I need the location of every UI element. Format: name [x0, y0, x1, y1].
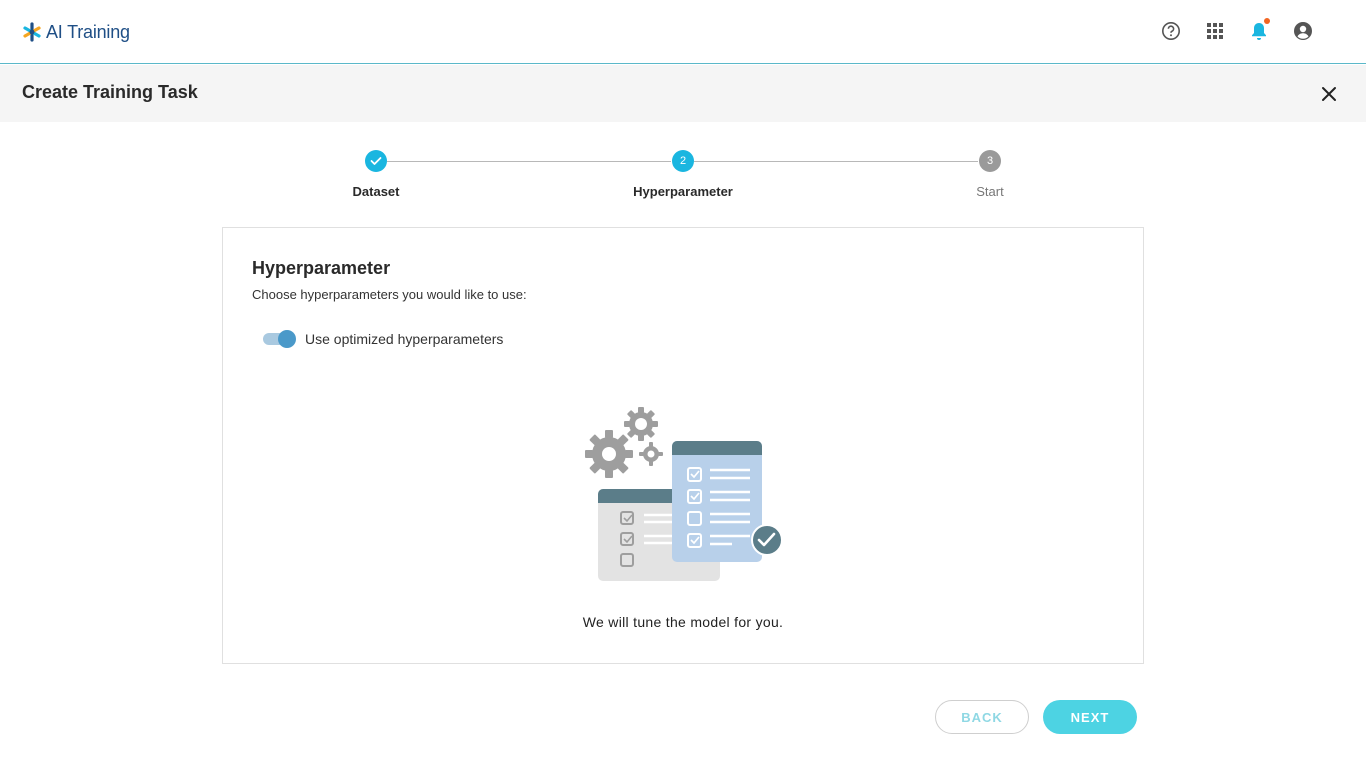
notification-dot — [1264, 18, 1270, 24]
app-name: AI Training — [46, 21, 130, 42]
optimized-hyperparameters-toggle[interactable] — [263, 329, 297, 349]
back-button[interactable]: BACK — [935, 700, 1029, 734]
app-bar: AI Training — [0, 0, 1366, 64]
gear-icon — [639, 442, 663, 466]
help-icon[interactable] — [1160, 20, 1182, 42]
check-badge-icon — [751, 524, 783, 556]
toggle-label: Use optimized hyperparameters — [305, 331, 504, 347]
toggle-knob — [278, 330, 296, 348]
close-icon — [1322, 87, 1336, 101]
hyperparameter-card: Hyperparameter Choose hyperparameters yo… — [222, 227, 1144, 664]
step-number: 2 — [672, 150, 694, 172]
gear-icon — [585, 430, 633, 478]
optimized-hyperparameters-row: Use optimized hyperparameters — [263, 329, 503, 349]
account-icon[interactable] — [1292, 20, 1314, 42]
checklist-icon — [672, 441, 762, 562]
top-icons — [1160, 18, 1314, 42]
tuning-caption: We will tune the model for you. — [582, 614, 784, 630]
gear-icon — [624, 407, 658, 441]
step-hyperparameter: 2 Hyperparameter — [613, 150, 753, 199]
step-dataset: Dataset — [306, 150, 446, 199]
step-start: 3 Start — [920, 150, 1060, 199]
apps-grid-icon[interactable] — [1204, 20, 1226, 42]
stepper: Dataset 2 Hyperparameter 3 Start — [0, 150, 1366, 210]
step-label: Hyperparameter — [633, 184, 733, 199]
brand[interactable]: AI Training — [22, 20, 130, 44]
step-label: Start — [976, 184, 1004, 199]
close-button[interactable] — [1318, 83, 1340, 105]
step-number: 3 — [979, 150, 1001, 172]
app-logo-icon — [22, 22, 42, 42]
check-icon — [365, 150, 387, 172]
step-label: Dataset — [352, 184, 400, 199]
card-subtitle: Choose hyperparameters you would like to… — [252, 287, 527, 302]
next-button[interactable]: NEXT — [1043, 700, 1137, 734]
tuning-illustration — [582, 404, 786, 584]
card-title: Hyperparameter — [252, 258, 391, 278]
page-header: Create Training Task — [0, 65, 1366, 122]
page-title: Create Training Task — [22, 82, 198, 102]
notification-bell-icon[interactable] — [1248, 18, 1270, 42]
